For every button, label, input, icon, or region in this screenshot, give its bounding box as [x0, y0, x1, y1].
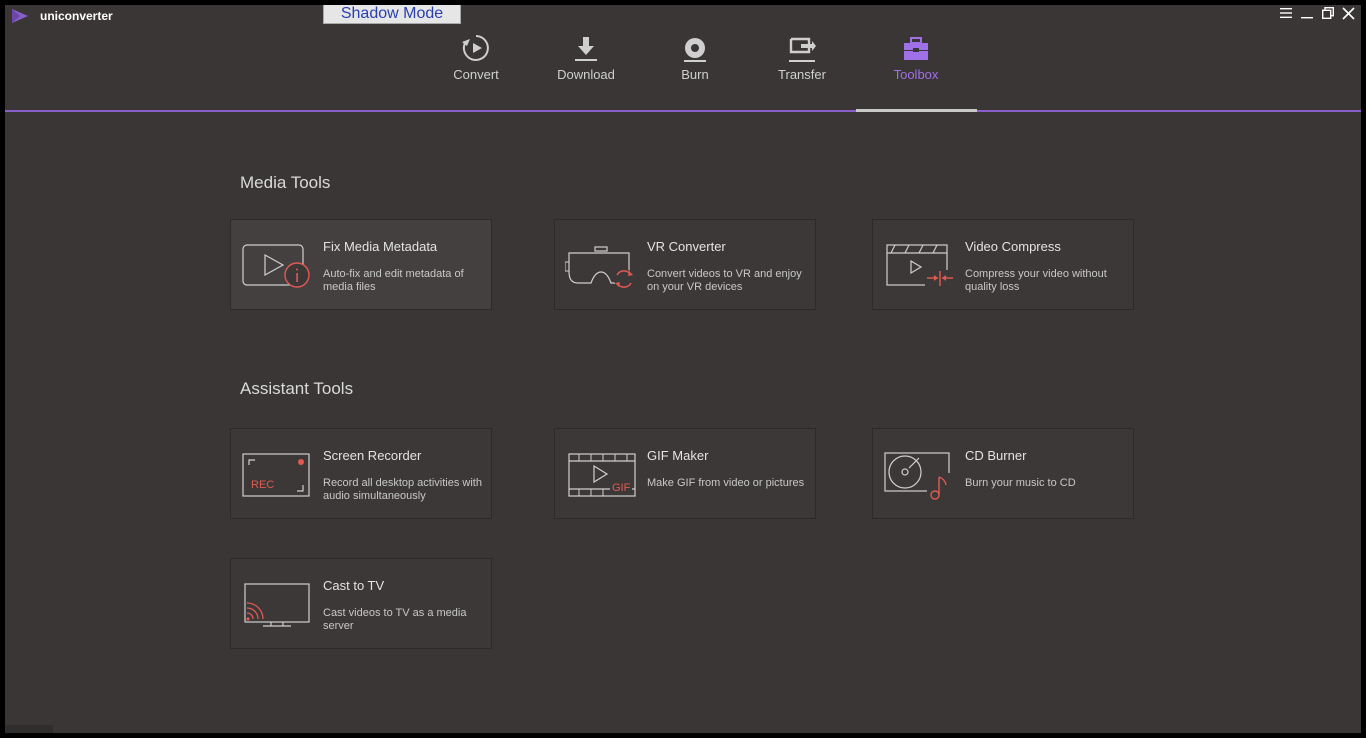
burn-icon	[684, 38, 706, 62]
tool-card-title: Screen Recorder	[323, 448, 422, 463]
tool-card-description: Make GIF from video or pictures	[647, 477, 805, 489]
tab-download[interactable]: Download	[551, 31, 621, 111]
transfer-icon	[789, 37, 816, 62]
close-icon	[1342, 6, 1355, 20]
restore-button[interactable]	[1317, 5, 1338, 21]
tool-card-video-compress[interactable]: Video Compress Compress your video witho…	[872, 219, 1134, 310]
tool-card-vr-converter[interactable]: VR Converter Convert videos to VR and en…	[554, 219, 816, 310]
app-window: uniconverter Shadow Mode Convert Downloa…	[5, 5, 1361, 733]
assistant-tools-heading: Assistant Tools	[240, 379, 354, 398]
minimize-icon	[1300, 17, 1313, 19]
bottom-corner-widget	[5, 725, 53, 733]
tool-card-title: GIF Maker	[647, 448, 709, 463]
rec-badge: REC	[251, 479, 274, 491]
menu-button[interactable]	[1275, 5, 1296, 21]
tab-transfer[interactable]: Transfer	[772, 31, 832, 111]
download-icon	[575, 37, 597, 61]
play-logo-icon	[12, 9, 28, 23]
tool-card-description: Record all desktop activities with audio…	[323, 477, 482, 502]
tool-card-title: VR Converter	[647, 239, 726, 254]
menu-icon	[1279, 8, 1292, 18]
gif-icon: GIF	[568, 453, 636, 497]
tab-label: Burn	[681, 67, 709, 82]
tool-card-description: Convert videos to VR and enjoy on your V…	[647, 268, 802, 293]
header-divider	[5, 110, 1361, 112]
tool-card-title: Fix Media Metadata	[323, 239, 438, 254]
restore-icon	[1321, 7, 1334, 19]
minimize-button[interactable]	[1296, 5, 1317, 21]
media-tools-heading: Media Tools	[240, 173, 331, 192]
tab-label: Download	[557, 67, 615, 82]
tool-card-description: Compress your video without quality loss	[965, 268, 1107, 293]
tool-card-description: Burn your music to CD	[965, 477, 1076, 489]
tool-card-description: Cast videos to TV as a media server	[323, 607, 467, 632]
tool-card-title: Cast to TV	[323, 578, 385, 593]
tab-burn[interactable]: Burn	[671, 31, 719, 111]
toolbox-icon	[904, 37, 928, 60]
tab-toolbox[interactable]: Toolbox	[886, 31, 946, 111]
gif-badge: GIF	[612, 482, 631, 494]
close-button[interactable]	[1338, 5, 1359, 21]
tool-card-fix-metadata[interactable]: Fix Media Metadata Auto-fix and edit met…	[230, 219, 492, 310]
tab-label: Transfer	[778, 67, 826, 82]
metadata-icon	[242, 244, 310, 288]
tool-card-screen-recorder[interactable]: REC Screen Recorder Record all desktop a…	[230, 428, 492, 519]
tab-label: Convert	[453, 67, 499, 82]
screen-recorder-icon: REC	[242, 453, 310, 497]
active-tab-indicator	[856, 109, 977, 112]
cast-tv-icon	[244, 583, 310, 627]
main-nav: Convert Download Burn Transfer Toolbox	[5, 31, 1361, 111]
tab-label: Toolbox	[893, 67, 939, 82]
app-logo: uniconverter	[10, 8, 113, 24]
tool-card-title: Video Compress	[965, 239, 1061, 254]
tool-card-description: Auto-fix and edit metadata of media file…	[323, 268, 464, 293]
shadow-mode-badge: Shadow Mode	[323, 5, 461, 24]
tool-card-gif-maker[interactable]: GIF GIF Maker Make GIF from video or pic…	[554, 428, 816, 519]
vr-icon	[565, 246, 634, 289]
tool-card-cd-burner[interactable]: CD Burner Burn your music to CD	[872, 428, 1134, 519]
app-title: uniconverter	[40, 9, 113, 23]
compress-icon	[886, 244, 953, 288]
tool-card-title: CD Burner	[965, 448, 1027, 463]
top-bar: uniconverter Shadow Mode Convert Downloa…	[5, 5, 1361, 110]
cd-burner-icon	[884, 452, 953, 500]
tool-card-cast-to-tv[interactable]: Cast to TV Cast videos to TV as a media …	[230, 558, 492, 649]
tab-convert[interactable]: Convert	[446, 31, 506, 111]
window-controls	[1275, 5, 1359, 21]
convert-icon	[462, 35, 489, 61]
